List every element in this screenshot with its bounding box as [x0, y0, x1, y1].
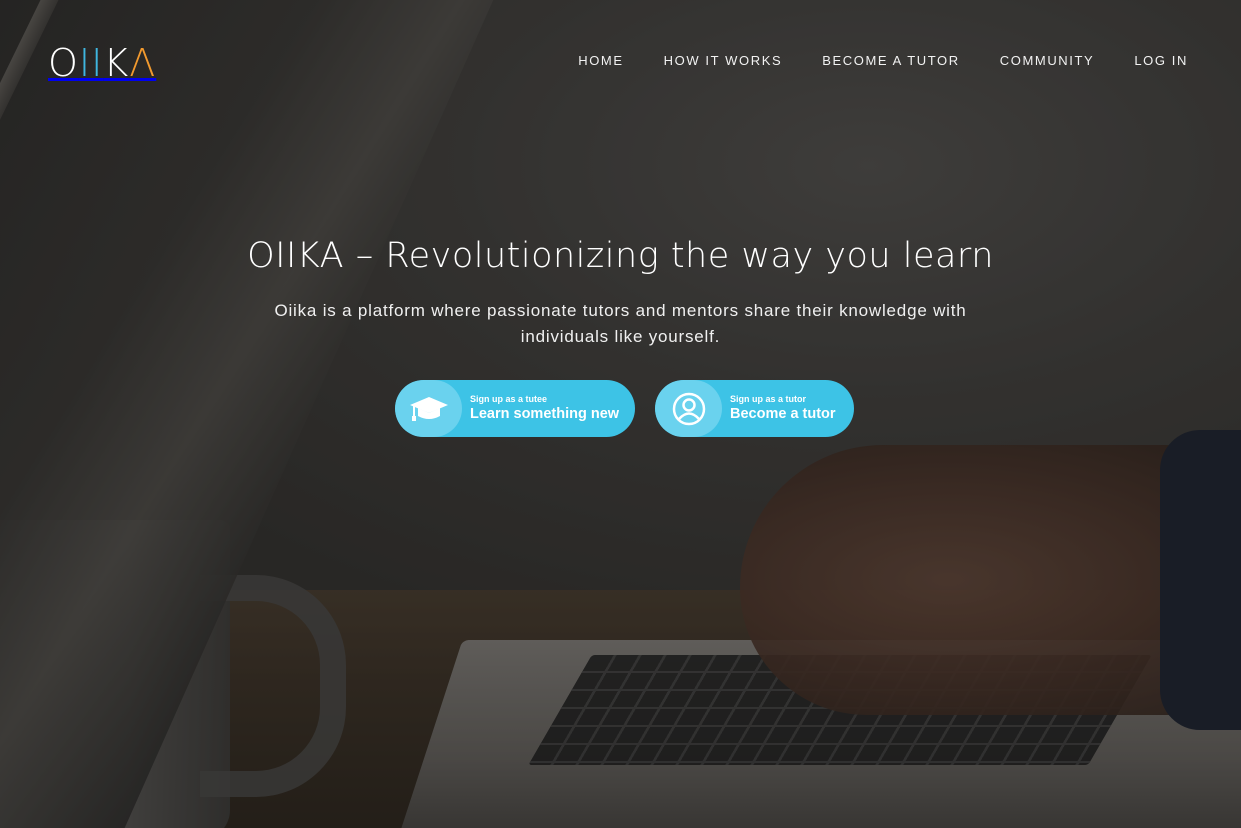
- signup-tutee-caption: Sign up as a tutee: [470, 394, 548, 405]
- nav-item-become-a-tutor: BECOME A TUTOR: [822, 52, 960, 70]
- nav-link-become-a-tutor[interactable]: BECOME A TUTOR: [822, 53, 960, 68]
- signup-tutor-caption: Sign up as a tutor: [730, 394, 807, 405]
- signup-tutor-label: Become a tutor: [730, 405, 836, 422]
- nav-item-how-it-works: HOW IT WORKS: [664, 52, 783, 70]
- signup-tutee-button[interactable]: Sign up as a tutee Learn something new: [395, 380, 635, 437]
- nav-item-log-in: LOG IN: [1134, 52, 1188, 70]
- signup-tutee-label: Learn something new: [470, 405, 620, 422]
- nav-link-log-in[interactable]: LOG IN: [1134, 53, 1188, 68]
- hero-subtitle: Oiika is a platform where passionate tut…: [274, 301, 967, 346]
- logo-letter-ii: II: [78, 41, 104, 85]
- user-circle-icon: [655, 380, 722, 437]
- graduation-cap-icon: [395, 380, 462, 437]
- logo-letter-o: O: [48, 41, 79, 85]
- logo-letter-a: Λ: [129, 41, 157, 85]
- signup-tutee-text: Sign up as a tutee Learn something new: [462, 394, 619, 422]
- hero-title-brand: OIIKA: [247, 236, 345, 276]
- cta-row: Sign up as a tutee Learn something new S…: [0, 380, 1241, 437]
- hero-section: OIIKA – Revolutionizing the way you lear…: [0, 232, 1241, 350]
- nav-item-community: COMMUNITY: [1000, 52, 1095, 70]
- signup-tutor-button[interactable]: Sign up as a tutor Become a tutor: [655, 380, 854, 437]
- nav-item-home: HOME: [578, 52, 623, 70]
- nav-link-community[interactable]: COMMUNITY: [1000, 53, 1095, 68]
- hero-title-tagline: – Revolutionizing the way you learn: [344, 236, 994, 276]
- nav-link-home[interactable]: HOME: [578, 53, 623, 68]
- logo-letter-k: K: [103, 41, 130, 85]
- site-header: O II K Λ HOME HOW IT WORKS BECOME A TUTO…: [0, 0, 1241, 125]
- hero-title: OIIKA – Revolutionizing the way you lear…: [0, 232, 1241, 280]
- oiika-logo[interactable]: O II K Λ: [48, 42, 156, 84]
- signup-tutor-text: Sign up as a tutor Become a tutor: [722, 394, 836, 422]
- main-nav: HOME HOW IT WORKS BECOME A TUTOR COMMUNI…: [578, 52, 1188, 70]
- nav-link-how-it-works[interactable]: HOW IT WORKS: [664, 53, 783, 68]
